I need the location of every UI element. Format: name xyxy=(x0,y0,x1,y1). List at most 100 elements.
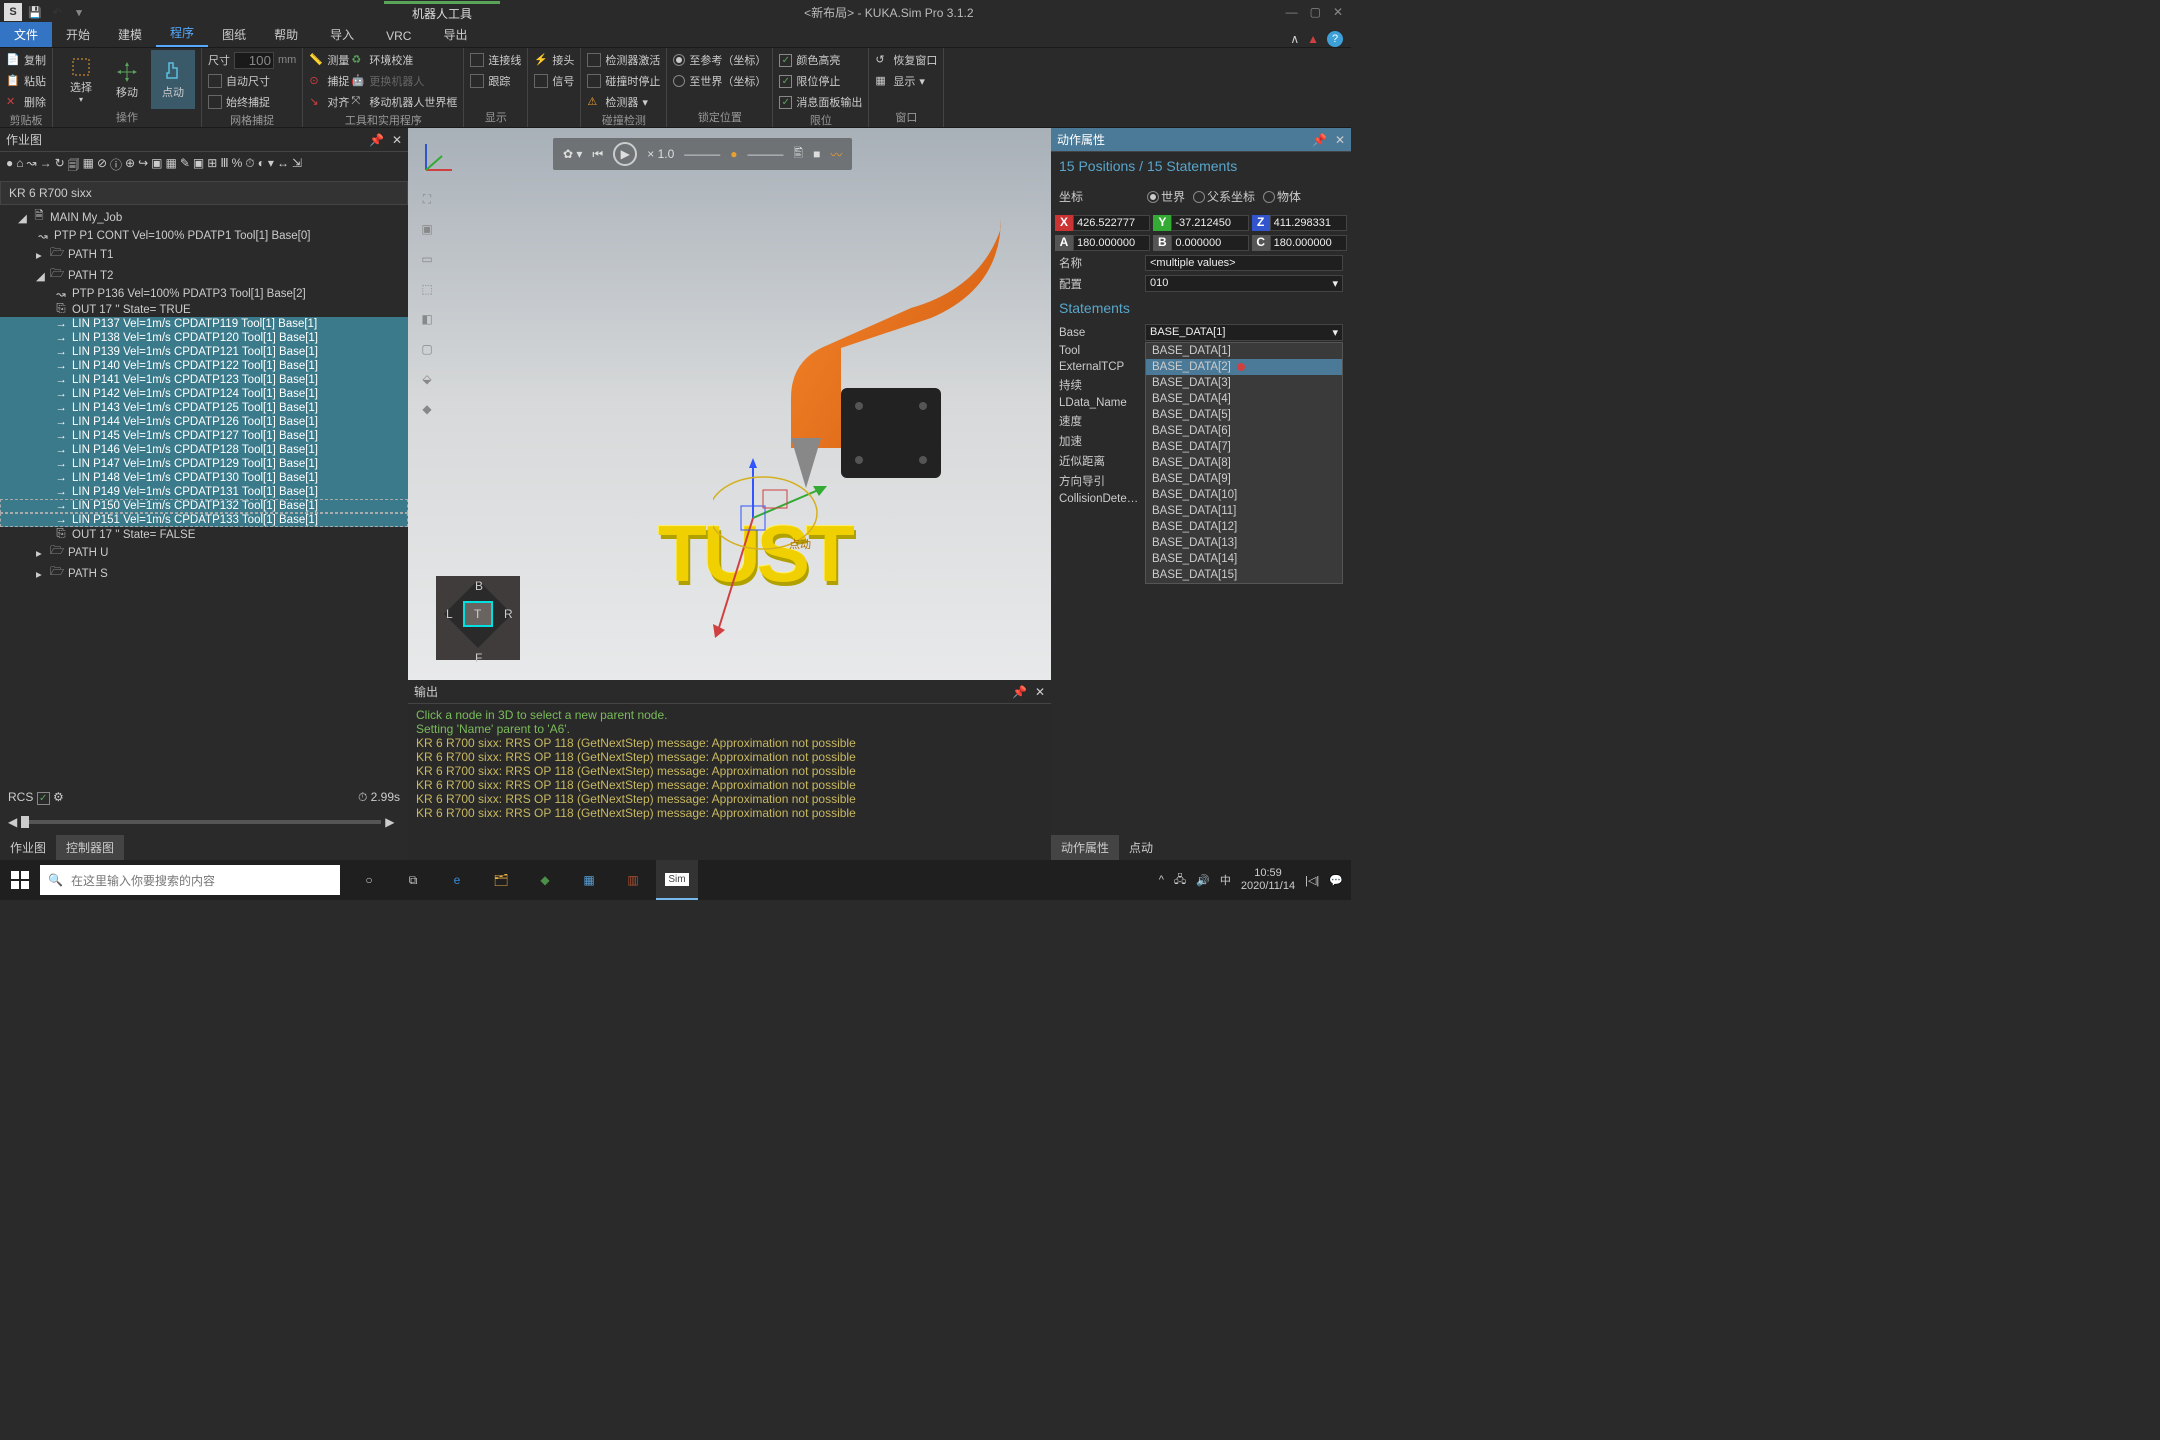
fit-icon[interactable]: ▣ xyxy=(416,218,438,240)
tab-program[interactable]: 程序 xyxy=(156,20,208,47)
notification-icon[interactable]: 💬 xyxy=(1329,874,1343,887)
tab-home[interactable]: 开始 xyxy=(52,22,104,47)
dropdown-option[interactable]: BASE_DATA[11] xyxy=(1146,503,1342,519)
dropdown-option[interactable]: BASE_DATA[13] xyxy=(1146,535,1342,551)
tree-node-lin[interactable]: →LIN P150 Vel=1m/s CPDATP132 Tool[1] Bas… xyxy=(0,499,408,513)
tb-icon[interactable]: ◐ xyxy=(258,156,265,177)
tab-model[interactable]: 建模 xyxy=(104,22,156,47)
tb-icon[interactable]: ▣ xyxy=(151,156,162,177)
tree-node-lin[interactable]: →LIN P143 Vel=1m/s CPDATP125 Tool[1] Bas… xyxy=(0,401,408,415)
iso-icon[interactable]: ◧ xyxy=(416,308,438,330)
start-button[interactable] xyxy=(0,860,40,900)
radio-object[interactable]: 物体 xyxy=(1263,188,1301,205)
dropdown-option[interactable]: BASE_DATA[15] xyxy=(1146,567,1342,583)
dimension-input[interactable] xyxy=(234,52,274,69)
snap-button[interactable]: ⊙捕捉 xyxy=(309,71,349,91)
tree-node-lin[interactable]: →LIN P148 Vel=1m/s CPDATP130 Tool[1] Bas… xyxy=(0,471,408,485)
tab-export[interactable]: 导出 xyxy=(429,22,481,47)
output-body[interactable]: Click a node in 3D to select a new paren… xyxy=(408,704,1051,860)
base-dropdown-list[interactable]: BASE_DATA[1]BASE_DATA[2]BASE_DATA[3]BASE… xyxy=(1145,342,1343,584)
tab-vrc[interactable]: VRC xyxy=(372,25,425,47)
volume-icon[interactable]: 🔊 xyxy=(1196,874,1210,887)
z-input[interactable] xyxy=(1270,215,1347,231)
restore-window-button[interactable]: ↺恢复窗口 xyxy=(875,50,937,70)
save-icon[interactable]: 💾 xyxy=(26,3,44,21)
tree-node-lin[interactable]: →LIN P146 Vel=1m/s CPDATP128 Tool[1] Bas… xyxy=(0,443,408,457)
dropdown-option[interactable]: BASE_DATA[2] xyxy=(1146,359,1342,375)
tray-chevron-icon[interactable]: ^ xyxy=(1159,874,1164,886)
tree-node[interactable]: ◢🗁PATH T2 xyxy=(0,265,408,286)
tree-node-lin[interactable]: →LIN P142 Vel=1m/s CPDATP124 Tool[1] Bas… xyxy=(0,387,408,401)
tab-controller-graph[interactable]: 控制器图 xyxy=(56,835,124,860)
tree-node-lin[interactable]: →LIN P151 Vel=1m/s CPDATP133 Tool[1] Bas… xyxy=(0,513,408,527)
tb-icon[interactable]: ⓘ xyxy=(110,156,122,177)
close-icon[interactable]: ✕ xyxy=(1335,133,1345,147)
tb-icon[interactable]: ⌂ xyxy=(16,156,23,177)
tab-motion-props[interactable]: 动作属性 xyxy=(1051,835,1119,860)
base-dropdown[interactable]: BASE_DATA[1]▾ BASE_DATA[1]BASE_DATA[2]BA… xyxy=(1145,324,1343,341)
tree-node-lin[interactable]: →LIN P137 Vel=1m/s CPDATP119 Tool[1] Bas… xyxy=(0,317,408,331)
dropdown-option[interactable]: BASE_DATA[5] xyxy=(1146,407,1342,423)
tb-icon[interactable]: ↻ xyxy=(55,156,65,177)
show-connection-checkbox[interactable]: 连接线 xyxy=(470,50,521,70)
tb-icon[interactable]: ⊕ xyxy=(125,156,135,177)
tree-node[interactable]: ⎘OUT 17 '' State= TRUE xyxy=(0,302,408,317)
dropdown-option[interactable]: BASE_DATA[10] xyxy=(1146,487,1342,503)
pin-icon[interactable]: 📌 xyxy=(1312,133,1327,147)
dropdown-option[interactable]: BASE_DATA[12] xyxy=(1146,519,1342,535)
view1-icon[interactable]: ▭ xyxy=(416,248,438,270)
pin-icon[interactable]: 📌 xyxy=(1012,685,1027,699)
app-icon[interactable]: ◆ xyxy=(524,860,566,900)
align-button[interactable]: ↘对齐 xyxy=(309,92,349,112)
y-input[interactable] xyxy=(1171,215,1248,231)
dropdown-option[interactable]: BASE_DATA[6] xyxy=(1146,423,1342,439)
close-icon[interactable]: ✕ xyxy=(1333,5,1343,19)
delete-button[interactable]: ✕删除 xyxy=(6,92,46,112)
swap-robot-button[interactable]: 🤖更换机器人 xyxy=(351,71,457,91)
tb-icon[interactable]: ⊞ xyxy=(207,156,217,177)
tab-file[interactable]: 文件 xyxy=(0,22,52,47)
tree-node[interactable]: ↝PTP P136 Vel=100% PDATP3 Tool[1] Base[2… xyxy=(0,286,408,302)
c-input[interactable] xyxy=(1270,235,1347,251)
collapse-ribbon-icon[interactable]: ∧ xyxy=(1290,32,1299,46)
tree-node-lin[interactable]: →LIN P141 Vel=1m/s CPDATP123 Tool[1] Bas… xyxy=(0,373,408,387)
limit-stop-checkbox[interactable]: 限位停止 xyxy=(779,71,862,91)
always-snap-checkbox[interactable]: 始终捕捉 xyxy=(208,92,296,112)
env-calibration-button[interactable]: ♻环境校准 xyxy=(351,50,457,70)
tb-icon[interactable]: ▦ xyxy=(83,156,94,177)
radio-world[interactable]: 世界 xyxy=(1147,188,1185,205)
world-coord-radio[interactable]: 至世界（坐标） xyxy=(673,71,766,91)
close-icon[interactable]: ✕ xyxy=(392,133,402,147)
tb-icon[interactable]: ⊘ xyxy=(97,156,107,177)
minimize-icon[interactable]: — xyxy=(1286,5,1298,19)
tree-node-main[interactable]: ◢🗎MAIN My_Job xyxy=(0,207,408,228)
clock[interactable]: 10:59 2020/11/14 xyxy=(1241,867,1295,893)
shade-icon[interactable]: ⬙ xyxy=(416,368,438,390)
color-highlight-checkbox[interactable]: 颜色高亮 xyxy=(779,50,862,70)
detector-dropdown[interactable]: ⚠检测器 ▾ xyxy=(587,92,660,112)
move-gizmo[interactable]: 点动 xyxy=(713,458,893,648)
b-input[interactable] xyxy=(1171,235,1248,251)
tree-node[interactable]: ▸🗁PATH U xyxy=(0,542,408,563)
tb-icon[interactable]: ⇲ xyxy=(292,156,302,177)
tb-icon[interactable]: ▦ xyxy=(166,156,177,177)
qat-dropdown-icon[interactable]: ▾ xyxy=(70,3,88,21)
tb-icon[interactable]: → xyxy=(40,156,52,177)
close-icon[interactable]: ✕ xyxy=(1035,685,1045,699)
timeline-slider[interactable]: ◀▶ xyxy=(8,813,394,831)
show-dropdown[interactable]: ▦显示 ▾ xyxy=(875,71,937,91)
jog-button[interactable]: 点动 xyxy=(151,50,195,109)
undo-icon[interactable]: ↶ xyxy=(48,3,66,21)
taskview-icon[interactable]: ⧉ xyxy=(392,860,434,900)
radio-parent[interactable]: 父系坐标 xyxy=(1193,188,1255,205)
tb-icon[interactable]: ▣ xyxy=(193,156,204,177)
help-icon[interactable]: ? xyxy=(1327,31,1343,47)
warning-icon[interactable]: ▲ xyxy=(1307,32,1319,46)
select-button[interactable]: 选择▾ xyxy=(59,50,103,109)
app-icon[interactable]: ▦ xyxy=(568,860,610,900)
dropdown-option[interactable]: BASE_DATA[4] xyxy=(1146,391,1342,407)
a-input[interactable] xyxy=(1073,235,1150,251)
app-icon[interactable]: S xyxy=(4,3,22,21)
tree-node[interactable]: ▸🗁PATH T1 xyxy=(0,244,408,265)
network-icon[interactable]: 🖧 xyxy=(1174,871,1186,890)
